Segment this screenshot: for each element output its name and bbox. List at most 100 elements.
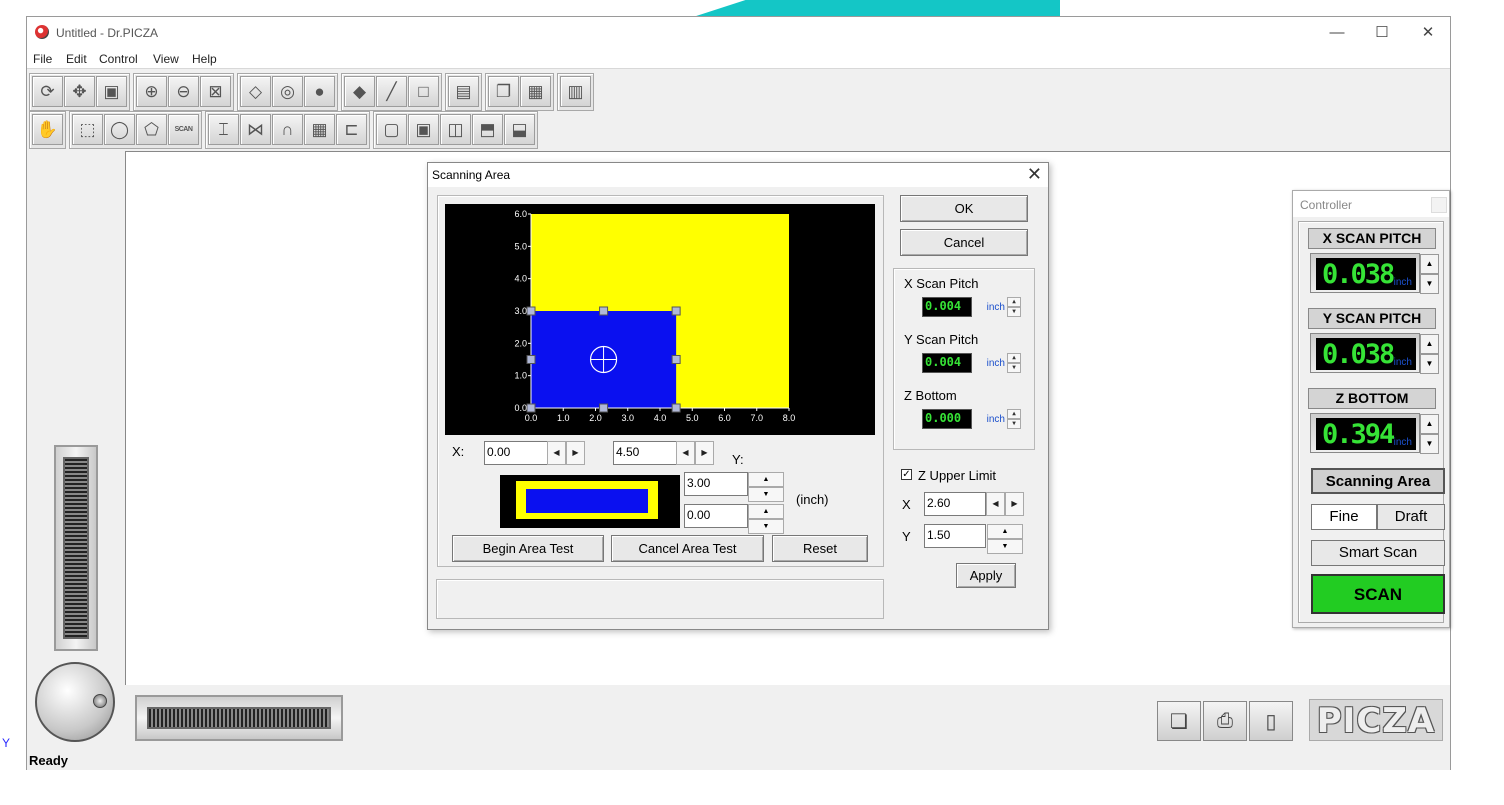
rotate-icon[interactable]: ⟳	[32, 76, 63, 107]
transform-icon[interactable]: ▤	[448, 76, 479, 107]
x-end-field[interactable]: 4.50	[613, 441, 677, 465]
resize-handle[interactable]	[526, 355, 536, 364]
y-scan-pitch-lcd-spinner[interactable]: ▲ ▼	[1420, 334, 1439, 374]
x-scan-pitch-spinner[interactable]: ▲ ▼	[1007, 297, 1021, 317]
hand-icon[interactable]: ✋	[32, 114, 63, 145]
menu-help[interactable]: Help	[192, 52, 217, 66]
x-start-spinner[interactable]: ◀ ▶	[547, 441, 585, 465]
resize-handle[interactable]	[599, 306, 609, 316]
toolbar-group-select: ⬚ ◯ ⬠ SCAN	[69, 111, 202, 149]
controller-inner: X SCAN PITCH 0.038 inch ▲ ▼ Y SCAN PITCH 0…	[1298, 221, 1445, 623]
section-icon[interactable]: ⌶	[208, 114, 239, 145]
cancel-area-test-button[interactable]: Cancel Area Test	[611, 535, 764, 562]
maximize-button[interactable]: ☐	[1364, 23, 1400, 43]
paint-bucket-icon[interactable]: ◆	[344, 76, 375, 107]
rotation-knob[interactable]	[35, 662, 115, 742]
zoom-in-icon[interactable]: ⊕	[136, 76, 167, 107]
apply-button[interactable]: Apply	[956, 563, 1016, 588]
dialog-close-button[interactable]: ✕	[1027, 164, 1042, 185]
resize-handle[interactable]	[671, 306, 681, 316]
close-button[interactable]: ✕	[1410, 23, 1446, 43]
brush-icon[interactable]: ╱	[376, 76, 407, 107]
toolbar-group-view: ⟳ ✥ ▣	[29, 73, 130, 111]
box-view-icon[interactable]: ▢	[376, 114, 407, 145]
cube-icon[interactable]: ▣	[96, 76, 127, 107]
x-tick-label: 7.0	[750, 413, 763, 423]
box-top-icon[interactable]: ⬒	[472, 114, 503, 145]
y-scan-pitch-value: 0.004	[925, 355, 962, 369]
box-iso-icon[interactable]: ⬓	[504, 114, 535, 145]
resize-handle[interactable]	[671, 355, 681, 364]
resize-handle[interactable]	[526, 403, 536, 413]
minimize-button[interactable]: —	[1319, 23, 1355, 43]
z-bottom-spinner[interactable]: ▲ ▼	[1007, 409, 1021, 429]
y-bottom-spinner[interactable]: ▲ ▼	[748, 504, 784, 534]
zx-label: X	[902, 497, 911, 512]
lasso-icon[interactable]: ◯	[104, 114, 135, 145]
scan-button[interactable]: SCAN	[1311, 574, 1445, 614]
x-scan-pitch-lcd-spinner[interactable]: ▲ ▼	[1420, 254, 1439, 294]
zy-field[interactable]: 1.50	[924, 524, 986, 548]
cancel-button[interactable]: Cancel	[900, 229, 1028, 256]
select-icon[interactable]: ⬚	[72, 114, 103, 145]
box-front-icon[interactable]: ▣	[408, 114, 439, 145]
fine-button[interactable]: Fine	[1311, 504, 1377, 530]
resize-handle[interactable]	[599, 403, 609, 413]
save-icon[interactable]: ❏	[1157, 701, 1201, 741]
x-tick-label: 2.0	[589, 413, 602, 423]
menu-control[interactable]: Control	[99, 52, 138, 66]
shaded-icon[interactable]: ◎	[272, 76, 303, 107]
exit-door-icon[interactable]: ▯	[1249, 701, 1293, 741]
wireframe-icon[interactable]: ◇	[240, 76, 271, 107]
title-bar: Untitled - Dr.PICZA — ☐ ✕	[27, 17, 1450, 49]
grid-select-icon[interactable]: ▦	[304, 114, 335, 145]
sphere-icon[interactable]: ●	[304, 76, 335, 107]
smart-scan-button[interactable]: Smart Scan	[1311, 540, 1445, 566]
zoom-out-icon[interactable]: ⊖	[168, 76, 199, 107]
square-icon[interactable]: □	[408, 76, 439, 107]
zoom-fit-icon[interactable]: ⊠	[200, 76, 231, 107]
remote-icon[interactable]: ▥	[560, 76, 591, 107]
toolbar-group-edit: ▤	[445, 73, 482, 111]
menu-edit[interactable]: Edit	[66, 52, 87, 66]
reset-button[interactable]: Reset	[772, 535, 868, 562]
ok-button[interactable]: OK	[900, 195, 1028, 222]
move-icon[interactable]: ✥	[64, 76, 95, 107]
y-bottom-field[interactable]: 0.00	[684, 504, 748, 528]
begin-area-test-button[interactable]: Begin Area Test	[452, 535, 604, 562]
toolbar-group-hand: ✋	[29, 111, 66, 149]
z-upper-limit-checkbox[interactable]: ✓	[901, 469, 912, 480]
scan-area-icon[interactable]: SCAN	[168, 114, 199, 145]
z-bottom-display: 0.000 inch ▲ ▼	[922, 409, 1021, 429]
printer-icon[interactable]: ⎙	[1203, 701, 1247, 741]
menu-file[interactable]: File	[33, 52, 52, 66]
polygon-select-icon[interactable]: ⬠	[136, 114, 167, 145]
menu-view[interactable]: View	[153, 52, 179, 66]
scan-area-chart[interactable]: 0.0 1.0 2.0 3.0 4.0 5.0 6.0 7.0 8.0 0.0 1.0 2.0 3.0 4…	[445, 204, 875, 435]
draft-button[interactable]: Draft	[1377, 504, 1445, 530]
box-side-icon[interactable]: ◫	[440, 114, 471, 145]
x-end-spinner[interactable]: ◀ ▶	[676, 441, 714, 465]
controller-close-button[interactable]	[1431, 197, 1447, 213]
y-top-field[interactable]: 3.00	[684, 472, 748, 496]
z-bottom-lcd: 0.394 inch ▲ ▼	[1310, 413, 1439, 454]
horizontal-rotation-slider[interactable]	[135, 695, 343, 741]
z-bottom-lcd-value: 0.394	[1322, 419, 1395, 450]
mesh-icon[interactable]: ▦	[520, 76, 551, 107]
resize-handle[interactable]	[671, 403, 681, 413]
y-tick-label: 5.0	[514, 241, 527, 251]
arch-icon[interactable]: ∩	[272, 114, 303, 145]
vertical-rotation-slider[interactable]	[54, 445, 98, 651]
zx-spinner[interactable]: ◀ ▶	[986, 492, 1024, 516]
x-start-field[interactable]: 0.00	[484, 441, 548, 465]
y-scan-pitch-spinner[interactable]: ▲ ▼	[1007, 353, 1021, 373]
mirror-icon[interactable]: ⋈	[240, 114, 271, 145]
measure-icon[interactable]: ⊏	[336, 114, 367, 145]
y-top-spinner[interactable]: ▲ ▼	[748, 472, 784, 502]
z-bottom-lcd-spinner[interactable]: ▲ ▼	[1420, 414, 1439, 454]
resize-handle[interactable]	[526, 306, 536, 316]
zy-spinner[interactable]: ▲ ▼	[987, 524, 1023, 554]
scanning-area-button[interactable]: Scanning Area	[1311, 468, 1445, 494]
zx-field[interactable]: 2.60	[924, 492, 986, 516]
copy-icon[interactable]: ❐	[488, 76, 519, 107]
